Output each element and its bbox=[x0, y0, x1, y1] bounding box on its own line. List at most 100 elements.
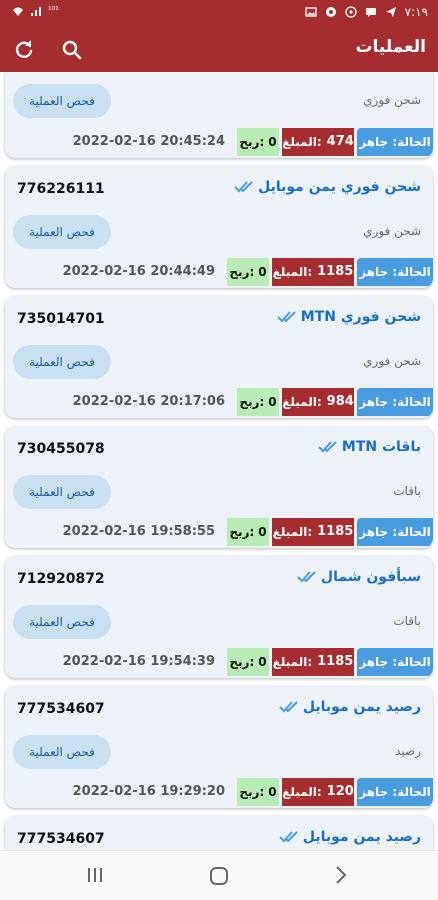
amount-label: المبلغ: bbox=[272, 265, 313, 279]
check-transaction-button[interactable]: فحص العملية bbox=[13, 475, 111, 509]
recents-icon[interactable] bbox=[86, 865, 104, 889]
back-icon[interactable] bbox=[334, 865, 348, 889]
amount-label: المبلغ: bbox=[282, 785, 322, 799]
amount-label: المبلغ: bbox=[272, 525, 313, 539]
transaction-card: 777534607 رصيد يمن موبايل رصيد فحص العمل… bbox=[5, 686, 433, 808]
transaction-title-row: باقات MTN bbox=[318, 439, 421, 455]
clock-time: ٧:١٩ bbox=[404, 5, 428, 19]
transaction-card: 712920872 سبأفون شمال باقات فحص العملية … bbox=[5, 556, 433, 678]
profit-value: 0 bbox=[258, 265, 267, 279]
profit-badge: ربح: 0 bbox=[237, 778, 279, 806]
transaction-card: 735014701 شحن فوري MTN شحن فوري فحص العم… bbox=[5, 296, 433, 418]
transaction-info-row: الحالة: جاهز المبلغ: 1185 ربح: 0 2022-02-1… bbox=[5, 648, 433, 676]
profit-label: ربح: bbox=[239, 395, 265, 409]
status-badge: الحالة: جاهز bbox=[357, 258, 433, 286]
status-badge: الحالة: جاهز bbox=[357, 648, 433, 676]
profit-label: ربح: bbox=[229, 655, 255, 669]
system-navigation-bar bbox=[0, 850, 438, 900]
amount-badge: المبلغ: 1185 bbox=[272, 648, 354, 676]
transaction-card: 730455078 باقات MTN باقات فحص العملية ال… bbox=[5, 426, 433, 548]
status-badge: الحالة: جاهز bbox=[357, 518, 433, 546]
amount-value: 1185 bbox=[317, 654, 354, 669]
transaction-info-row: الحالة: جاهز المبلغ: 984 ربح: 0 2022-02-16… bbox=[5, 388, 433, 416]
search-icon[interactable] bbox=[60, 38, 84, 62]
profit-badge: ربح: 0 bbox=[227, 258, 269, 286]
whatsapp-icon bbox=[344, 6, 357, 18]
transaction-type: شحن فوري bbox=[363, 93, 421, 107]
transaction-title-row: سبأفون شمال bbox=[297, 569, 421, 585]
amount-value: 474 bbox=[326, 134, 354, 149]
phone-number: 735014701 bbox=[17, 311, 105, 327]
transaction-card: 777534607 رصيد يمن موبايل bbox=[5, 816, 433, 850]
transaction-info-row: الحالة: جاهز المبلغ: 1185 ربح: 0 2022-02-1… bbox=[5, 518, 433, 546]
profit-badge: ربح: 0 bbox=[237, 388, 279, 416]
phone-number: 777534607 bbox=[17, 831, 105, 847]
transaction-card: 776226111 شحن فوري يمن موبايل شحن فوري ف… bbox=[5, 166, 433, 288]
amount-badge: المبلغ: 120 bbox=[282, 778, 354, 806]
transaction-type: شحن فوري bbox=[363, 224, 421, 238]
check-transaction-button[interactable]: فحص العملية bbox=[13, 345, 111, 379]
transaction-title: شحن فوري MTN bbox=[300, 309, 421, 325]
amount-value: 1185 bbox=[317, 524, 354, 539]
status-bar: ¹⁰¹ ٧:١٩ bbox=[0, 0, 438, 28]
transaction-type: باقات bbox=[393, 484, 421, 498]
phone-number: 730455078 bbox=[17, 441, 105, 457]
transaction-title: شحن فوري يمن موبايل bbox=[258, 179, 421, 195]
signal-icon bbox=[31, 7, 41, 16]
transaction-title-row: رصيد يمن موبايل bbox=[279, 829, 421, 845]
double-check-icon bbox=[277, 311, 296, 323]
transactions-list[interactable]: شحن فوري فحص العملية الحالة: جاهز المبلغ… bbox=[0, 72, 438, 850]
profit-value: 0 bbox=[268, 135, 277, 149]
transaction-title-row: شحن فوري MTN bbox=[277, 309, 421, 325]
transaction-datetime: 2022-02-16 19:29:20 bbox=[72, 784, 225, 799]
check-transaction-button[interactable]: فحص العملية bbox=[13, 215, 111, 249]
amount-label: المبلغ: bbox=[272, 655, 313, 669]
profit-label: ربح: bbox=[239, 785, 265, 799]
profit-value: 0 bbox=[258, 525, 267, 539]
amount-badge: المبلغ: 1185 bbox=[272, 258, 354, 286]
amount-badge: المبلغ: 1185 bbox=[272, 518, 354, 546]
wifi-icon bbox=[13, 7, 23, 16]
status-badge: الحالة: جاهز bbox=[357, 778, 433, 806]
transaction-info-row: الحالة: جاهز المبلغ: 120 ربح: 0 2022-02-16… bbox=[5, 778, 433, 806]
transaction-type: شحن فوري bbox=[363, 354, 421, 368]
network-speed-text: ¹⁰¹ bbox=[48, 6, 59, 16]
double-check-icon bbox=[234, 181, 253, 193]
phone-number: 777534607 bbox=[17, 701, 105, 717]
check-transaction-button[interactable]: فحص العملية bbox=[13, 84, 111, 118]
profit-value: 0 bbox=[268, 785, 277, 799]
check-transaction-button[interactable]: فحص العملية bbox=[13, 605, 111, 639]
transaction-datetime: 2022-02-16 20:44:49 bbox=[62, 264, 215, 279]
transaction-type: رصيد bbox=[395, 744, 421, 758]
check-transaction-button[interactable]: فحص العملية bbox=[13, 735, 111, 769]
transaction-title: باقات MTN bbox=[341, 439, 421, 455]
transaction-datetime: 2022-02-16 19:54:39 bbox=[62, 654, 215, 669]
transaction-title-row: شحن فوري يمن موبايل bbox=[234, 179, 421, 195]
image-icon bbox=[304, 7, 317, 17]
page-title: العمليات bbox=[355, 37, 426, 57]
transaction-card: شحن فوري فحص العملية الحالة: جاهز المبلغ… bbox=[5, 72, 433, 158]
app-bar-actions bbox=[12, 38, 84, 62]
home-icon[interactable] bbox=[208, 865, 230, 891]
double-check-icon bbox=[297, 571, 316, 583]
camera-app-icon bbox=[325, 7, 336, 17]
amount-label: المبلغ: bbox=[282, 135, 322, 149]
transaction-title: رصيد يمن موبايل bbox=[302, 829, 421, 845]
app-bar: العمليات bbox=[0, 28, 438, 72]
profit-label: ربح: bbox=[239, 135, 265, 149]
profit-value: 0 bbox=[268, 395, 277, 409]
telegram-icon bbox=[385, 7, 396, 17]
phone-number: 712920872 bbox=[17, 571, 105, 587]
transaction-type: باقات bbox=[393, 614, 421, 628]
transaction-datetime: 2022-02-16 20:17:06 bbox=[72, 394, 225, 409]
profit-label: ربح: bbox=[229, 265, 255, 279]
profit-badge: ربح: 0 bbox=[227, 518, 269, 546]
amount-value: 1185 bbox=[317, 264, 354, 279]
transaction-title: سبأفون شمال bbox=[320, 569, 421, 585]
status-bar-left: ¹⁰¹ bbox=[12, 5, 59, 17]
status-bar-right: ٧:١٩ bbox=[304, 5, 428, 19]
refresh-icon[interactable] bbox=[12, 38, 36, 62]
phone-number: 776226111 bbox=[17, 181, 105, 197]
profit-badge: ربح: 0 bbox=[227, 648, 269, 676]
status-badge: الحالة: جاهز bbox=[357, 128, 433, 156]
